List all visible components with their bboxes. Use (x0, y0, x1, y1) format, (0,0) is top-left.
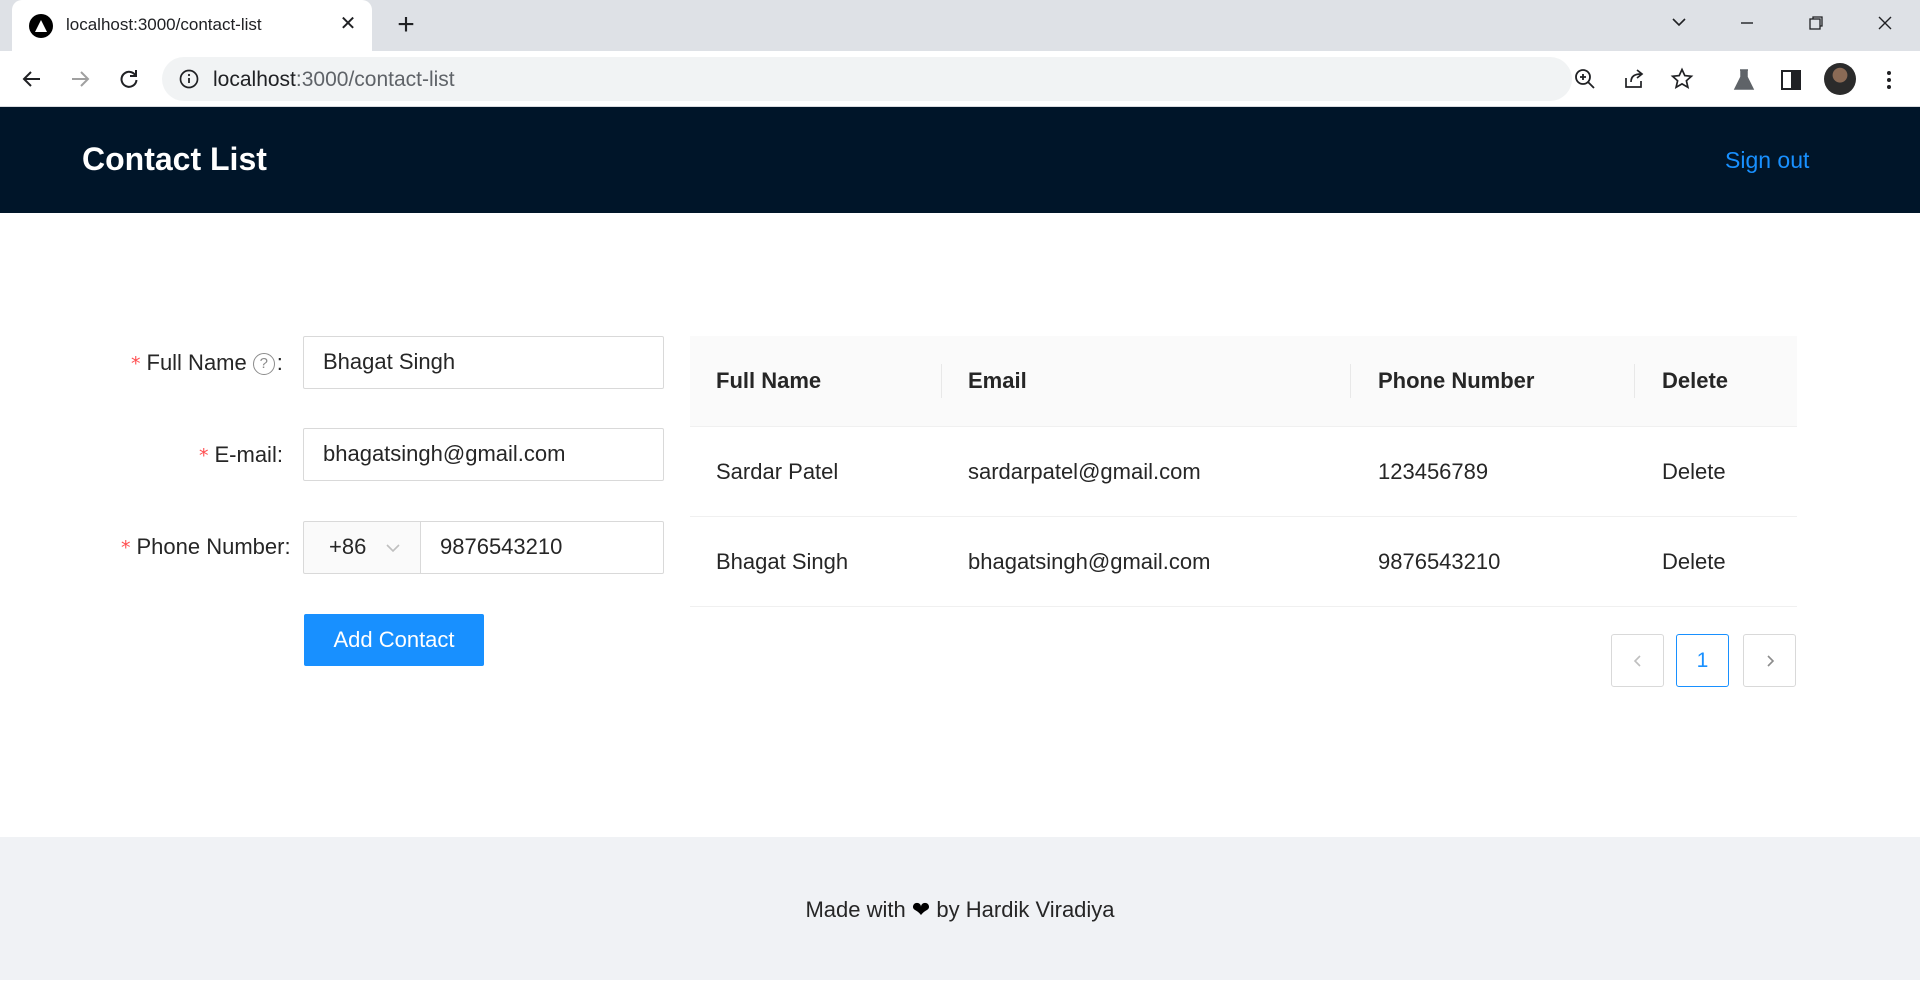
column-divider (1350, 364, 1351, 398)
restore-icon[interactable] (1799, 8, 1833, 42)
help-icon[interactable]: ? (252, 353, 275, 375)
reload-icon[interactable] (113, 63, 145, 95)
side-panel-icon[interactable] (1778, 67, 1804, 93)
table-row: Sardar Patel sardarpatel@gmail.com 12345… (690, 427, 1797, 517)
cell-phone: 9876543210 (1378, 549, 1501, 574)
cell-email: bhagatsingh@gmail.com (968, 549, 1211, 574)
column-header-email: Email (968, 368, 1027, 393)
full-name-input[interactable]: Bhagat Singh (303, 336, 664, 389)
info-icon[interactable] (178, 68, 200, 90)
forward-icon[interactable] (64, 63, 96, 95)
phone-label: * Phone Number: (121, 534, 291, 559)
chevron-down-icon (384, 537, 402, 563)
app-header: Contact List Sign out (0, 107, 1920, 213)
pagination-page-1[interactable]: 1 (1676, 634, 1729, 687)
country-code-value: +86 (329, 534, 367, 559)
column-header-full-name: Full Name (716, 368, 822, 393)
browser-tab[interactable]: localhost:3000/contact-list ✕ (12, 0, 372, 51)
add-contact-button[interactable]: Add Contact (304, 614, 484, 666)
delete-link[interactable]: Delete (1662, 549, 1726, 575)
avatar[interactable] (1824, 63, 1856, 95)
cell-full-name: Bhagat Singh (716, 549, 849, 574)
chevron-down-icon[interactable] (1662, 8, 1696, 42)
phone-input[interactable]: 9876543210 (420, 521, 664, 574)
tab-favicon-icon (29, 14, 53, 38)
required-mark: * (199, 445, 209, 467)
signout-link[interactable]: Sign out (1725, 147, 1809, 174)
tab-title: localhost:3000/contact-list (66, 15, 262, 34)
column-header-phone: Phone Number (1378, 368, 1535, 393)
pagination-next-button[interactable] (1743, 634, 1796, 687)
back-icon[interactable] (16, 63, 48, 95)
email-input[interactable]: bhagatsingh@gmail.com (303, 428, 664, 481)
email-label: * E-mail: (199, 442, 283, 467)
kebab-menu-icon[interactable] (1876, 67, 1902, 93)
footer: Made with ❤ by Hardik Viradiya (0, 837, 1920, 980)
required-mark: * (131, 353, 141, 375)
pagination-prev-button[interactable] (1611, 634, 1664, 687)
browser-tab-strip: localhost:3000/contact-list ✕ + (0, 0, 1920, 51)
full-name-label: * Full Name?: (131, 350, 283, 375)
address-bar[interactable]: localhost:3000/contact-list (162, 57, 1694, 101)
table-header: Full Name Email Phone Number Delete (690, 336, 1797, 427)
url-text: localhost:3000/contact-list (213, 68, 455, 91)
delete-link[interactable]: Delete (1662, 459, 1726, 485)
table-row: Bhagat Singh bhagatsingh@gmail.com 98765… (690, 517, 1797, 607)
column-divider (941, 364, 942, 398)
footer-credit: Made with ❤ by Hardik Viradiya (805, 897, 1115, 923)
cell-phone: 123456789 (1378, 459, 1489, 484)
window-close-icon[interactable] (1868, 8, 1902, 42)
browser-toolbar: localhost:3000/contact-list (0, 51, 1920, 107)
plus-icon[interactable]: + (391, 10, 421, 40)
close-icon[interactable]: ✕ (336, 12, 360, 36)
cell-full-name: Sardar Patel (716, 459, 839, 484)
chevron-left-icon (1633, 654, 1641, 667)
required-mark: * (121, 537, 131, 559)
column-header-delete: Delete (1662, 368, 1729, 393)
minimize-icon[interactable] (1730, 8, 1764, 42)
page-title: Contact List (82, 141, 267, 177)
heart-icon: ❤ (911, 898, 931, 923)
column-divider (1634, 364, 1635, 398)
cell-email: sardarpatel@gmail.com (968, 459, 1201, 484)
country-code-select[interactable]: +86 (303, 521, 421, 574)
star-icon[interactable] (1670, 67, 1694, 91)
flask-icon[interactable] (1731, 67, 1757, 93)
zoom-icon[interactable] (1573, 67, 1597, 91)
share-icon[interactable] (1622, 67, 1646, 91)
chevron-right-icon (1766, 654, 1774, 667)
